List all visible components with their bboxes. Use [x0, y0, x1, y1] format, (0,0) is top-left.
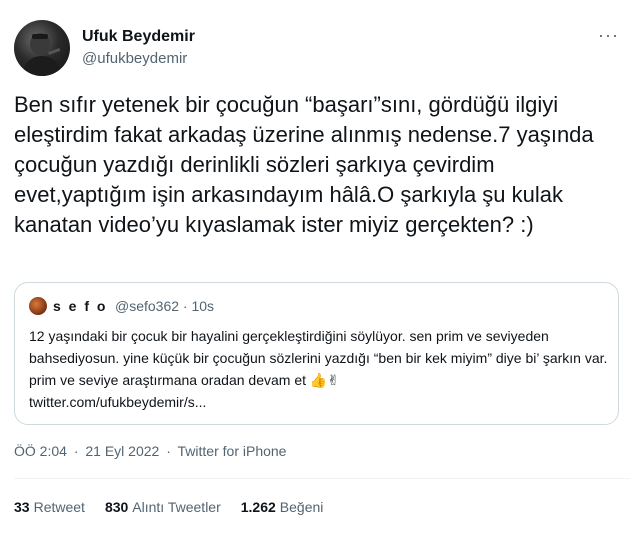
tweet-meta: ÖÖ 2:04 · 21 Eyl 2022 · Twitter for iPho…: [14, 443, 289, 459]
tweet-text: Ben sıfır yetenek bir çocuğun “başarı”sı…: [14, 92, 594, 237]
tweet-source[interactable]: Twitter for iPhone: [178, 443, 287, 459]
thumbs-up-victory-emoji-icon: 👍✌: [309, 372, 340, 388]
quotes-label: Alıntı Tweetler: [132, 499, 221, 515]
likes-stat[interactable]: 1.262 Beğeni: [241, 499, 324, 515]
retweets-stat[interactable]: 33 Retweet: [14, 499, 85, 515]
quoted-tweet-text: 12 yaşındaki bir çocuk bir hayalini gerç…: [29, 325, 609, 413]
more-options-icon[interactable]: ···: [598, 26, 619, 44]
quoted-author-avatar: [29, 297, 47, 315]
author-name[interactable]: Ufuk Beydemir: [82, 28, 195, 46]
likes-count: 1.262: [240, 499, 276, 515]
retweets-count: 33: [14, 499, 30, 515]
avatar-photo-icon: [22, 33, 62, 76]
tweet-time[interactable]: ÖÖ 2:04: [14, 443, 67, 459]
engagement-stats: 33 Retweet 830 Alıntı Tweetler 1.262 Beğeni: [14, 499, 323, 515]
quoted-link[interactable]: twitter.com/ufukbeydemir/s...: [29, 394, 206, 410]
quoted-author-handle: @sefo362 · 10s: [115, 298, 215, 314]
tweet-date[interactable]: 21 Eyl 2022: [85, 443, 159, 459]
author-handle[interactable]: @ufukbeydemir: [82, 50, 187, 67]
meta-separator: ·: [73, 443, 79, 459]
likes-label: Beğeni: [279, 499, 324, 515]
author-avatar[interactable]: [14, 20, 70, 76]
retweets-label: Retweet: [33, 499, 85, 515]
tweet-card: Ufuk Beydemir @ufukbeydemir ··· Ben sıfı…: [0, 0, 640, 540]
quoted-author-name: s e f o: [53, 298, 108, 314]
meta-separator: ·: [166, 443, 171, 459]
quote-tweets-stat[interactable]: 830 Alıntı Tweetler: [105, 499, 221, 515]
divider: [14, 478, 630, 479]
quoted-tweet[interactable]: s e f o @sefo362 · 10s 12 yaşındaki bir …: [14, 282, 619, 425]
quotes-count: 830: [104, 499, 129, 515]
